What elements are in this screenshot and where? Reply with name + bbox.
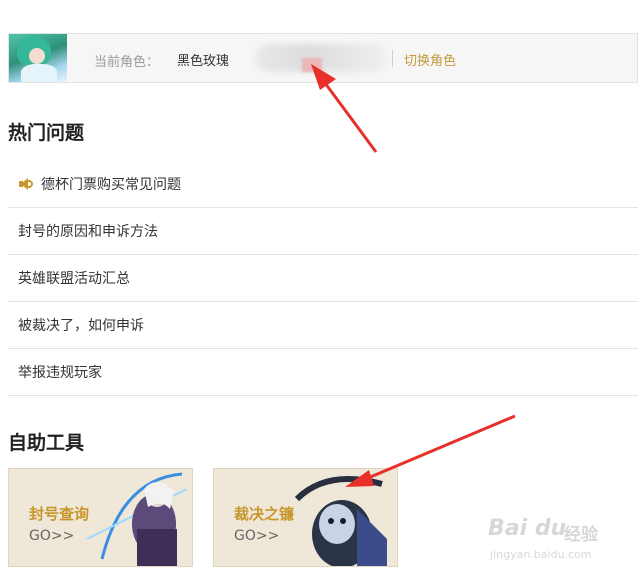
current-role-label: 当前角色： <box>94 55 160 70</box>
hot-questions-title: 热门问题 <box>8 122 85 144</box>
ban-query-card[interactable]: 封号查询 GO>> <box>8 468 193 567</box>
list-item-label: 德杯门票购买常见问题 <box>41 176 181 193</box>
tool-name: 裁决之镰 <box>234 505 295 523</box>
list-item-label: 被裁决了，如何申诉 <box>18 318 144 334</box>
role-bar: 当前角色： 黑色玫瑰 切换角色 <box>8 33 638 83</box>
tool-name: 封号查询 <box>29 505 90 523</box>
list-item-label: 封号的原因和申诉方法 <box>18 224 158 240</box>
list-item[interactable]: 被裁决了，如何申诉 <box>8 302 638 349</box>
reaper-illustration <box>294 476 387 566</box>
list-item-label: 英雄联盟活动汇总 <box>18 271 130 287</box>
tool-go-link: GO>> <box>29 528 75 544</box>
watermark-text: 经验 <box>564 525 598 545</box>
divider <box>392 50 393 67</box>
speaker-icon <box>18 177 34 191</box>
blurred-mark <box>302 58 322 72</box>
switch-role-link[interactable]: 切换角色 <box>404 50 456 69</box>
watermark-url: jingyan.baidu.com <box>490 548 592 561</box>
watermark: Bai du 经验 jingyan.baidu.com <box>488 510 628 570</box>
self-service-tools-title: 自助工具 <box>8 432 85 454</box>
list-item[interactable]: 举报违规玩家 <box>8 349 638 396</box>
list-item[interactable]: 英雄联盟活动汇总 <box>8 255 638 302</box>
hot-questions-list: 德杯门票购买常见问题 封号的原因和申诉方法 英雄联盟活动汇总 被裁决了，如何申诉… <box>8 160 638 396</box>
watermark-logo: Bai du <box>488 516 567 541</box>
list-item-label: 举报违规玩家 <box>18 365 102 381</box>
list-item[interactable]: 封号的原因和申诉方法 <box>8 208 638 255</box>
archer-illustration <box>86 472 188 566</box>
verdict-scythe-card[interactable]: 裁决之镰 GO>> <box>213 468 398 567</box>
current-role-name: 黑色玫瑰 <box>177 54 230 69</box>
avatar <box>9 34 67 82</box>
tool-go-link: GO>> <box>234 528 280 544</box>
list-item[interactable]: 德杯门票购买常见问题 <box>8 160 638 208</box>
